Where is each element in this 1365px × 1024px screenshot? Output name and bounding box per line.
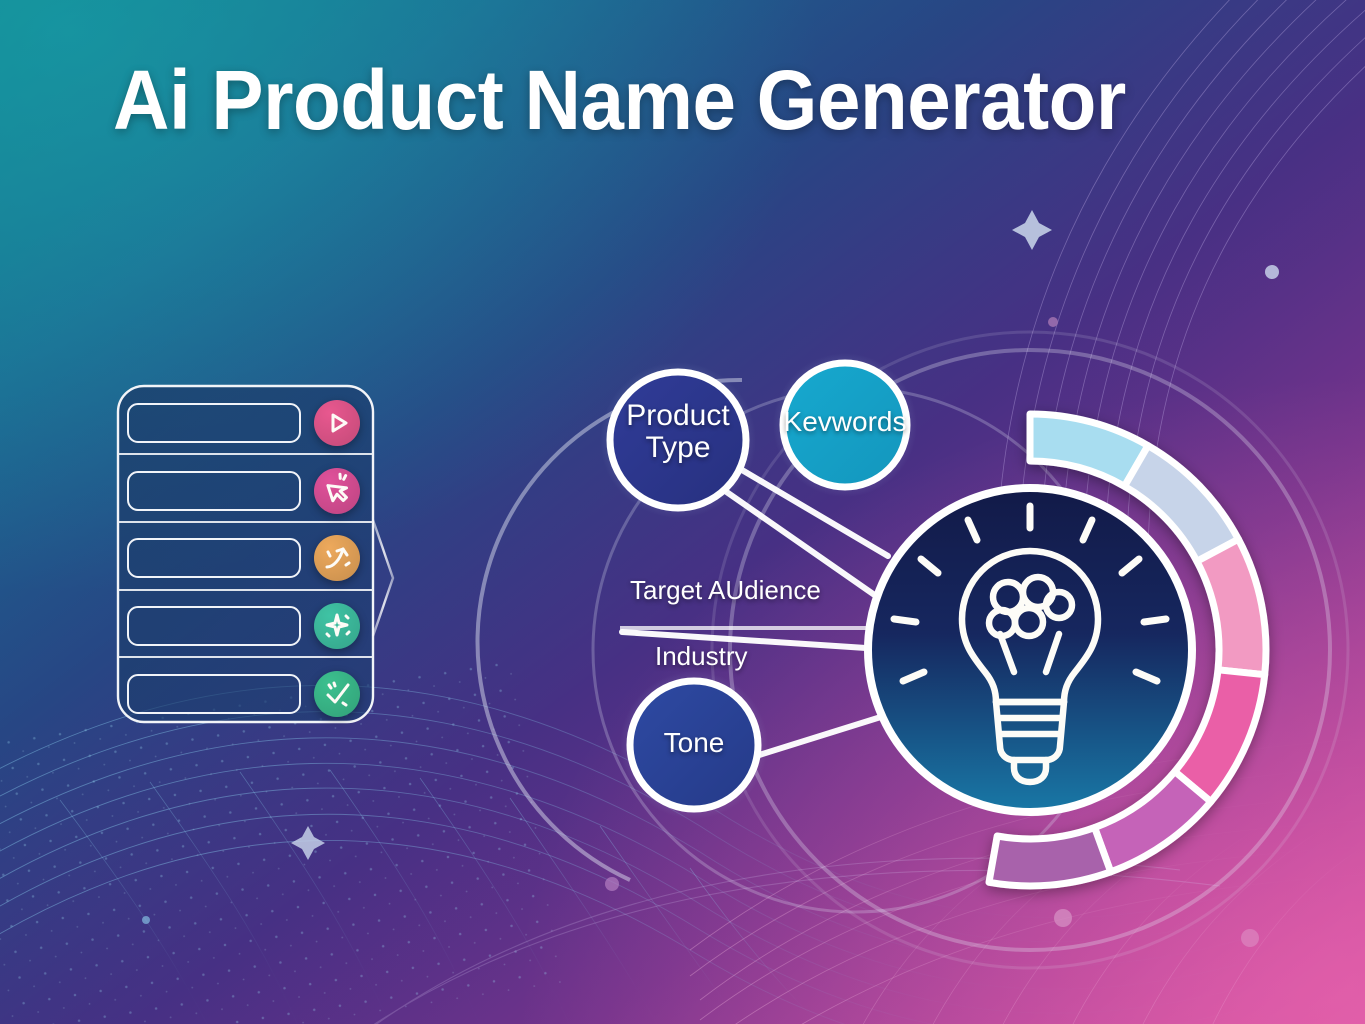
node-keywords[interactable] (773, 353, 917, 497)
central-hub[interactable] (864, 484, 1196, 816)
play-icon[interactable] (314, 400, 360, 446)
poster-canvas: Ai Product Name Generator Product Type K… (0, 0, 1365, 1024)
donut-segment (1193, 535, 1270, 679)
wand-check-icon[interactable] (314, 671, 360, 717)
donut-segment (985, 824, 1115, 890)
sparkle-icon[interactable] (314, 603, 360, 649)
node-tone[interactable] (620, 671, 768, 819)
input-row[interactable] (118, 392, 373, 456)
input-field[interactable] (127, 403, 301, 443)
input-field[interactable] (127, 606, 301, 646)
input-field[interactable] (127, 674, 301, 714)
input-row[interactable] (118, 663, 373, 727)
input-row[interactable] (118, 595, 373, 659)
curve-icon[interactable] (314, 535, 360, 581)
label-target-audience: Target AUdience (630, 575, 821, 605)
label-industry: Industry (655, 641, 748, 671)
page-title: Ai Product Name Generator (113, 53, 1126, 147)
input-row[interactable] (118, 460, 373, 524)
input-field[interactable] (127, 538, 301, 578)
click-icon[interactable] (314, 468, 360, 514)
node-product-type[interactable] (600, 362, 756, 518)
input-row[interactable] (118, 527, 373, 591)
input-field[interactable] (127, 471, 301, 511)
